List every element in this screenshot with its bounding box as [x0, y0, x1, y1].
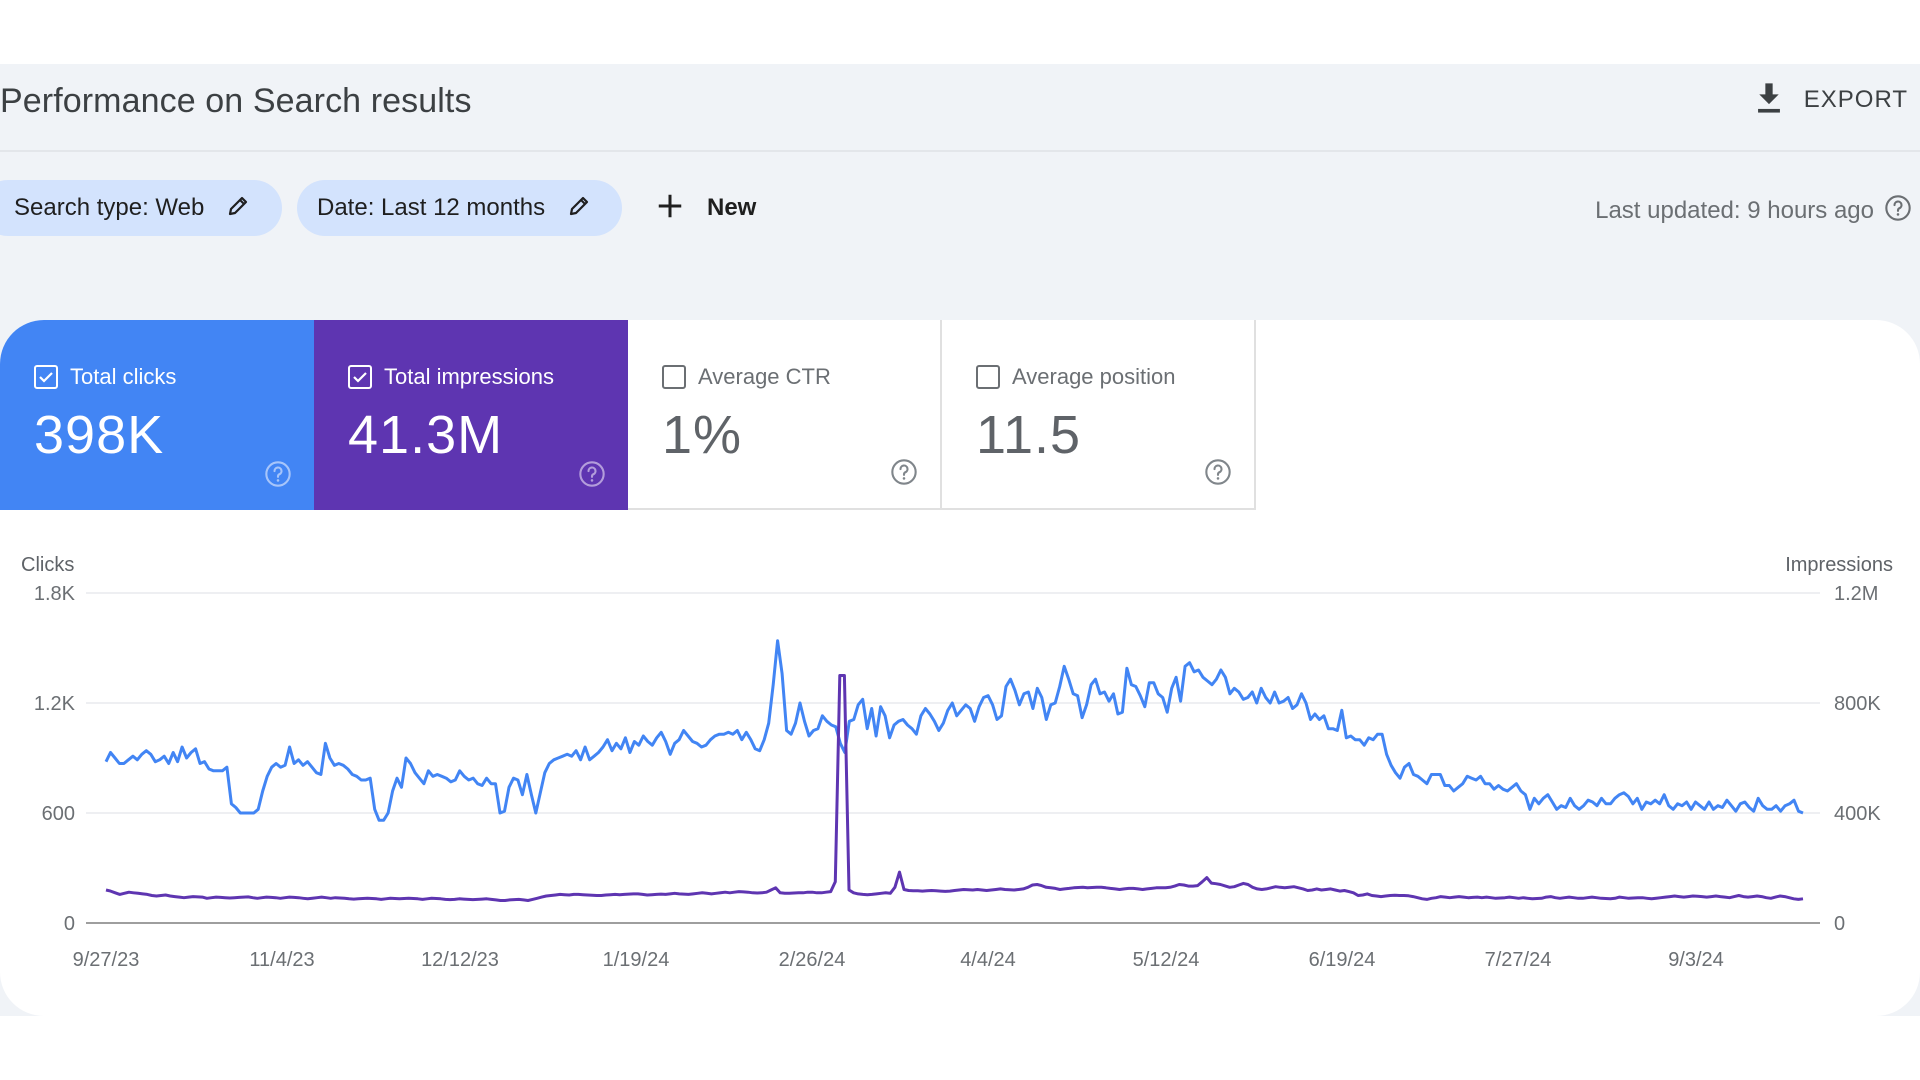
y-axis-title: Clicks: [21, 554, 74, 576]
metric-label: Average position: [1012, 364, 1176, 389]
metric-average-position[interactable]: Average position 11.5: [942, 320, 1256, 510]
checkbox-checked-icon[interactable]: [348, 365, 372, 389]
y2-tick-label: 1.2M: [1834, 583, 1878, 605]
checkbox-unchecked-icon[interactable]: [976, 365, 1000, 389]
x-tick-label: 2/26/24: [779, 949, 846, 971]
x-tick-label: 4/4/24: [960, 949, 1016, 971]
download-icon: [1754, 81, 1784, 120]
help-icon[interactable]: [890, 458, 918, 486]
new-filter-button[interactable]: New: [655, 180, 756, 236]
y-tick-label: 1.8K: [34, 583, 76, 605]
y2-axis-title: Impressions: [1785, 554, 1893, 576]
filter-bar: Search type: Web Date: Last 12 months Ne…: [0, 180, 1920, 236]
y2-tick-label: 0: [1834, 913, 1845, 935]
metric-total-clicks[interactable]: Total clicks 398K: [0, 320, 314, 510]
help-icon[interactable]: [1884, 194, 1912, 227]
metric-total-impressions[interactable]: Total impressions 41.3M: [314, 320, 628, 510]
x-tick-label: 6/19/24: [1309, 949, 1376, 971]
export-button[interactable]: EXPORT: [1754, 78, 1908, 122]
edit-pencil-icon: [567, 194, 591, 223]
metric-label: Total clicks: [70, 364, 177, 389]
metric-value: 11.5: [976, 405, 1082, 465]
help-icon[interactable]: [1204, 458, 1232, 486]
x-tick-label: 5/12/24: [1133, 949, 1200, 971]
last-updated: Last updated: 9 hours ago: [1595, 194, 1912, 227]
last-updated-text: Last updated: 9 hours ago: [1595, 196, 1874, 224]
date-filter-chip[interactable]: Date: Last 12 months: [297, 180, 622, 236]
metric-value: 398K: [34, 405, 165, 465]
metric-average-ctr[interactable]: Average CTR 1%: [628, 320, 942, 510]
page-title: Performance on Search results: [0, 82, 472, 120]
metric-label: Average CTR: [698, 364, 831, 389]
page-header: Performance on Search results EXPORT: [0, 64, 1920, 152]
y-tick-label: 0: [64, 913, 75, 935]
metric-value: 41.3M: [348, 405, 504, 465]
help-icon[interactable]: [264, 460, 292, 488]
export-label: EXPORT: [1803, 86, 1908, 113]
x-tick-label: 9/27/23: [73, 949, 140, 971]
metric-tiles: Total clicks 398K Total impressions 41.3…: [0, 320, 1256, 510]
x-tick-label: 11/4/23: [249, 949, 314, 971]
new-filter-label: New: [707, 194, 757, 221]
metric-label: Total impressions: [384, 364, 554, 389]
date-filter-label: Date: Last 12 months: [317, 194, 546, 221]
performance-card: 0 0 600 400K 1.2K 800K 1.8K 1.2M Clicks Impressio…: [0, 320, 1920, 1016]
x-tick-label: 1/19/24: [603, 949, 670, 971]
y-tick-label: 600: [42, 803, 75, 825]
y-tick-label: 1.2K: [34, 693, 76, 715]
x-tick-label: 12/12/23: [421, 949, 499, 971]
y2-tick-label: 800K: [1834, 693, 1881, 715]
search-type-filter-label: Search type: Web: [14, 194, 205, 221]
checkbox-unchecked-icon[interactable]: [662, 365, 686, 389]
x-tick-label: 7/27/24: [1485, 949, 1552, 971]
x-tick-label: 9/3/24: [1668, 949, 1724, 971]
checkbox-checked-icon[interactable]: [34, 365, 58, 389]
edit-pencil-icon: [226, 194, 250, 223]
help-icon[interactable]: [578, 460, 606, 488]
search-type-filter-chip[interactable]: Search type: Web: [0, 180, 282, 236]
metric-value: 1%: [662, 405, 743, 465]
plus-icon: [655, 191, 685, 226]
y2-tick-label: 400K: [1834, 803, 1881, 825]
series-line-clicks: [104, 639, 1804, 822]
